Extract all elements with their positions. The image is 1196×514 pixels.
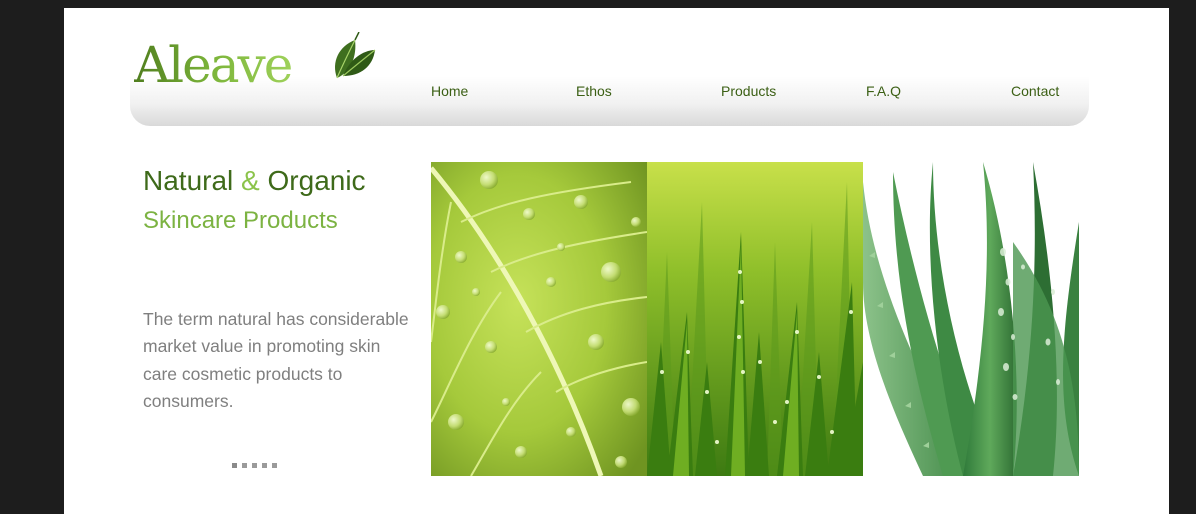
gallery-image-grass (647, 162, 863, 476)
nav-faq[interactable]: F.A.Q (866, 83, 901, 99)
gallery-image-aloe (863, 162, 1079, 476)
headline-natural: Natural (143, 165, 234, 196)
nav-products[interactable]: Products (721, 83, 776, 99)
hero-subheadline: Skincare Products (143, 207, 338, 234)
slider-dot[interactable] (242, 463, 247, 468)
slider-dot[interactable] (272, 463, 277, 468)
image-gallery (431, 162, 1079, 476)
headline-organic: Organic (267, 165, 366, 196)
slider-dot[interactable] (252, 463, 257, 468)
headline-ampersand: & (241, 165, 260, 196)
gallery-image-leaf (431, 162, 647, 476)
nav-home[interactable]: Home (431, 83, 468, 99)
hero-body-text: The term natural has considerable market… (143, 308, 409, 412)
slider-dots (232, 463, 277, 468)
nav-ethos[interactable]: Ethos (576, 83, 612, 99)
grass-image (647, 162, 863, 476)
page-container: Aleave Home Ethos Products F.A.Q Contact… (64, 8, 1169, 514)
hero-headline: Natural & Organic (143, 165, 366, 197)
slider-dot[interactable] (232, 463, 237, 468)
aloe-image (863, 162, 1079, 476)
leaf-image (431, 162, 647, 476)
slider-dot[interactable] (262, 463, 267, 468)
nav-contact[interactable]: Contact (1011, 83, 1059, 99)
